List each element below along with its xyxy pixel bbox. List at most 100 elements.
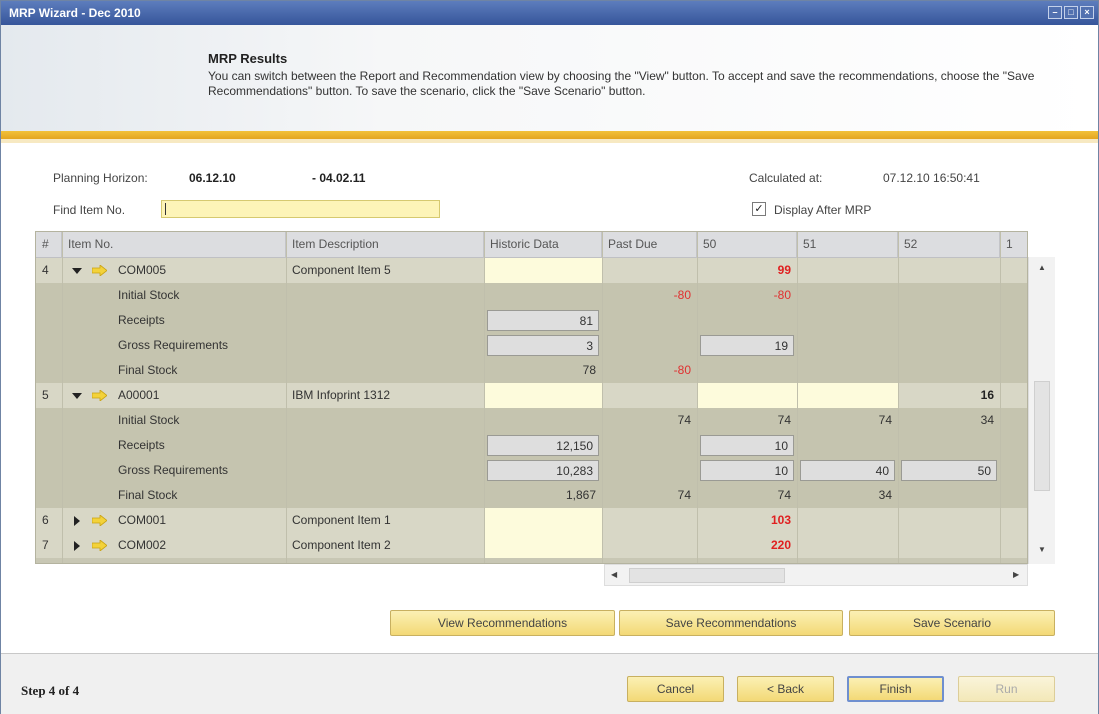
value-cell[interactable]: 1,867	[484, 483, 602, 508]
scroll-up-icon[interactable]: ▲	[1038, 263, 1046, 272]
value-cell[interactable]	[602, 258, 697, 283]
value-cell[interactable]	[898, 508, 1000, 533]
value-cell[interactable]: 74	[602, 483, 697, 508]
value-cell[interactable]	[1000, 533, 1027, 558]
value-cell[interactable]	[797, 433, 898, 458]
value-cell[interactable]	[1000, 333, 1027, 358]
value-cell[interactable]: 10	[700, 460, 794, 481]
collapse-icon[interactable]	[72, 393, 82, 399]
link-arrow-icon[interactable]	[91, 264, 108, 277]
scroll-right-icon[interactable]: ▶	[1013, 570, 1019, 579]
value-cell[interactable]	[1000, 383, 1027, 408]
value-cell[interactable]: 50	[901, 460, 997, 481]
value-cell[interactable]: 99	[697, 258, 797, 283]
value-cell[interactable]	[602, 308, 697, 333]
value-cell[interactable]	[697, 308, 797, 333]
value-cell[interactable]	[898, 433, 1000, 458]
value-cell[interactable]: 10,283	[487, 460, 599, 481]
item-number[interactable]: COM005	[112, 258, 282, 283]
value-cell[interactable]	[1000, 258, 1027, 283]
expand-icon[interactable]	[74, 541, 80, 551]
item-number[interactable]: COM002	[112, 533, 282, 558]
value-cell[interactable]	[1000, 358, 1027, 383]
value-cell[interactable]: -80	[602, 358, 697, 383]
link-arrow-icon[interactable]	[91, 389, 108, 402]
value-cell[interactable]	[602, 533, 697, 558]
detail-row[interactable]: Receipts 81	[36, 308, 1027, 333]
value-cell[interactable]	[797, 283, 898, 308]
link-arrow-icon[interactable]	[91, 539, 108, 552]
value-cell[interactable]	[484, 283, 602, 308]
value-cell[interactable]: -80	[602, 283, 697, 308]
value-cell[interactable]	[1000, 508, 1027, 533]
item-row[interactable]: 6 COM001 Component Item 1 103	[36, 508, 1027, 533]
value-cell[interactable]	[797, 308, 898, 333]
value-cell[interactable]	[602, 383, 697, 408]
save-scenario-button[interactable]: Save Scenario	[849, 610, 1055, 636]
value-cell[interactable]: 10	[700, 435, 794, 456]
value-cell[interactable]	[602, 458, 697, 483]
value-cell[interactable]	[1000, 433, 1027, 458]
display-after-mrp-checkbox[interactable]: ✓	[752, 202, 766, 216]
value-cell[interactable]	[898, 358, 1000, 383]
vertical-scroll-thumb[interactable]	[1034, 381, 1050, 491]
value-cell[interactable]: 78	[484, 358, 602, 383]
cancel-button[interactable]: Cancel	[627, 676, 724, 702]
horizontal-scrollbar[interactable]: ◀ ▶	[604, 564, 1028, 586]
col-header-past-due[interactable]: Past Due	[602, 232, 697, 258]
value-cell[interactable]	[797, 383, 898, 408]
value-cell[interactable]	[797, 258, 898, 283]
col-header-num[interactable]: #	[36, 232, 62, 258]
value-cell[interactable]: 19	[700, 335, 794, 356]
value-cell[interactable]	[484, 508, 602, 533]
value-cell[interactable]	[1000, 308, 1027, 333]
expand-icon[interactable]	[74, 516, 80, 526]
item-number[interactable]: COM001	[112, 508, 282, 533]
collapse-icon[interactable]	[72, 268, 82, 274]
item-row[interactable]: 7 COM002 Component Item 2 220	[36, 533, 1027, 558]
value-cell[interactable]: 74	[797, 408, 898, 433]
value-cell[interactable]: 40	[800, 460, 895, 481]
item-row[interactable]: 4 COM005 Component Item 5 99	[36, 258, 1027, 283]
back-button[interactable]: < Back	[737, 676, 834, 702]
value-cell[interactable]	[898, 308, 1000, 333]
value-cell[interactable]	[898, 533, 1000, 558]
detail-row[interactable]: Final Stock 1,867 74 74 34	[36, 483, 1027, 508]
value-cell[interactable]	[602, 433, 697, 458]
value-cell[interactable]	[602, 508, 697, 533]
col-header-item-no[interactable]: Item No.	[62, 232, 286, 258]
col-header-week-52[interactable]: 52	[898, 232, 1000, 258]
value-cell[interactable]: 34	[898, 408, 1000, 433]
value-cell[interactable]: 34	[797, 483, 898, 508]
horizontal-scroll-thumb[interactable]	[629, 568, 785, 583]
detail-row[interactable]: Final Stock 78 -80	[36, 358, 1027, 383]
detail-row[interactable]: Gross Requirements 3 19	[36, 333, 1027, 358]
maximize-icon[interactable]: □	[1064, 6, 1078, 19]
value-cell[interactable]: 74	[602, 408, 697, 433]
value-cell[interactable]	[797, 508, 898, 533]
save-recommendations-button[interactable]: Save Recommendations	[619, 610, 843, 636]
value-cell[interactable]	[797, 358, 898, 383]
detail-row[interactable]: Initial Stock 74 74 74 34	[36, 408, 1027, 433]
value-cell[interactable]	[484, 258, 602, 283]
col-header-week-1[interactable]: 1	[1000, 232, 1027, 258]
col-header-week-50[interactable]: 50	[697, 232, 797, 258]
finish-button[interactable]: Finish	[847, 676, 944, 702]
value-cell[interactable]: 103	[697, 508, 797, 533]
value-cell[interactable]	[797, 533, 898, 558]
vertical-scrollbar[interactable]: ▲ ▼	[1028, 257, 1055, 564]
value-cell[interactable]	[697, 383, 797, 408]
detail-row[interactable]: Receipts 12,150 10	[36, 433, 1027, 458]
view-recommendations-button[interactable]: View Recommendations	[390, 610, 615, 636]
value-cell[interactable]	[602, 333, 697, 358]
value-cell[interactable]: 220	[697, 533, 797, 558]
value-cell[interactable]	[484, 383, 602, 408]
value-cell[interactable]	[1000, 283, 1027, 308]
value-cell[interactable]	[1000, 408, 1027, 433]
value-cell[interactable]	[898, 283, 1000, 308]
link-arrow-icon[interactable]	[91, 514, 108, 527]
value-cell[interactable]	[797, 333, 898, 358]
value-cell[interactable]	[1000, 483, 1027, 508]
value-cell[interactable]: 12,150	[487, 435, 599, 456]
value-cell[interactable]	[898, 333, 1000, 358]
